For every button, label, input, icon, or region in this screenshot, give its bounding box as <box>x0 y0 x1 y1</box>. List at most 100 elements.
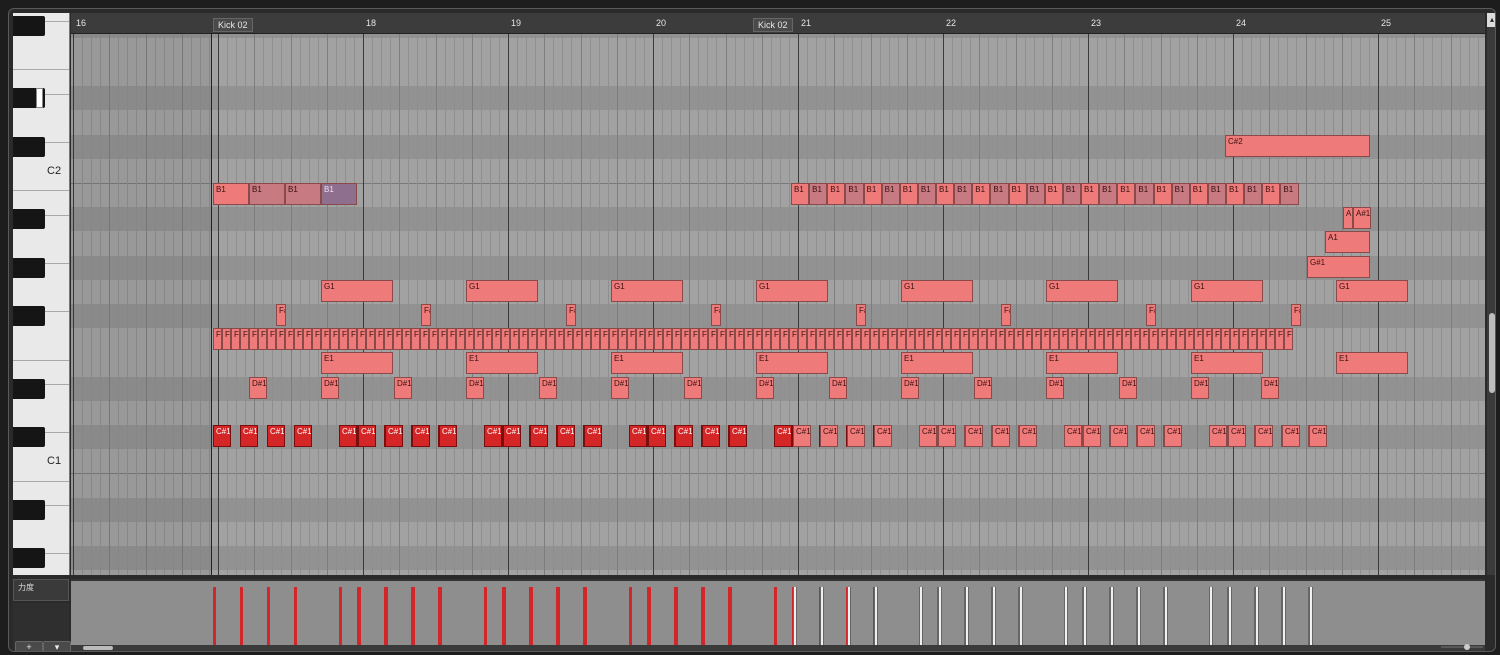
midi-note[interactable]: C#1 <box>557 425 575 447</box>
midi-note[interactable]: F <box>1176 328 1185 351</box>
midi-note[interactable]: F# <box>711 304 721 326</box>
velocity-bar[interactable] <box>1064 587 1068 645</box>
midi-note[interactable]: F1 <box>501 328 510 351</box>
midi-note[interactable]: D#1 <box>611 376 629 399</box>
midi-note[interactable]: C#1 <box>240 425 258 447</box>
midi-note[interactable]: F# <box>566 304 576 326</box>
midi-note[interactable]: B1 <box>1044 183 1063 205</box>
velocity-bar[interactable] <box>820 587 824 645</box>
midi-note[interactable]: F1 <box>573 328 582 351</box>
midi-note[interactable]: F# <box>421 304 431 326</box>
midi-note[interactable]: F <box>312 328 321 351</box>
add-lane-button[interactable]: + <box>15 641 43 651</box>
midi-note[interactable]: F <box>834 328 843 351</box>
black-key[interactable] <box>13 427 45 447</box>
midi-note[interactable]: F <box>888 328 897 351</box>
midi-note[interactable]: C#1 <box>965 425 983 447</box>
midi-note[interactable]: B1 <box>990 183 1009 205</box>
midi-note[interactable]: F <box>564 328 573 351</box>
midi-note[interactable]: B1 <box>1153 183 1172 205</box>
midi-note[interactable]: F# <box>1146 304 1156 326</box>
midi-note[interactable]: D#1 <box>974 376 992 399</box>
midi-note[interactable]: F1 <box>645 328 654 351</box>
midi-note[interactable]: F <box>852 328 861 351</box>
black-key[interactable] <box>13 257 45 278</box>
midi-note[interactable]: E1 <box>611 352 683 375</box>
midi-note[interactable]: F <box>690 328 699 351</box>
midi-note[interactable]: F1 <box>987 328 996 351</box>
velocity-bar[interactable] <box>503 587 506 645</box>
midi-note[interactable]: F# <box>1291 304 1301 326</box>
black-key[interactable] <box>13 136 45 157</box>
velocity-bar[interactable] <box>1209 587 1213 645</box>
velocity-bar[interactable] <box>1228 587 1232 645</box>
midi-note[interactable]: C#1 <box>1282 425 1300 447</box>
velocity-bar[interactable] <box>965 587 969 645</box>
midi-note[interactable]: F <box>1248 328 1257 351</box>
midi-note[interactable]: G1 <box>901 279 973 302</box>
midi-note[interactable]: F1 <box>447 328 456 351</box>
midi-note[interactable]: F1 <box>249 328 258 351</box>
midi-note[interactable]: D#1 <box>1261 376 1279 399</box>
midi-note[interactable]: F <box>582 328 591 351</box>
midi-note[interactable]: F <box>348 328 357 351</box>
midi-note[interactable]: G1 <box>756 279 828 302</box>
velocity-bar[interactable] <box>339 587 342 645</box>
midi-note[interactable]: F1 <box>771 328 780 351</box>
midi-note[interactable]: F1 <box>411 328 420 351</box>
midi-note[interactable]: B1 <box>972 183 991 205</box>
midi-note[interactable]: B1 <box>954 183 973 205</box>
velocity-bar[interactable] <box>648 587 651 645</box>
midi-note[interactable]: G1 <box>1046 279 1118 302</box>
midi-note[interactable]: C#1 <box>439 425 457 447</box>
midi-note[interactable]: C#1 <box>339 425 357 447</box>
midi-note[interactable]: F <box>996 328 1005 351</box>
velocity-lane[interactable] <box>71 579 1485 645</box>
midi-note[interactable]: F <box>1284 328 1293 351</box>
midi-note[interactable]: D#1 <box>466 376 484 399</box>
midi-note[interactable]: F <box>978 328 987 351</box>
midi-note[interactable]: F <box>636 328 645 351</box>
midi-note[interactable]: G1 <box>611 279 683 302</box>
midi-note[interactable]: F <box>1104 328 1113 351</box>
midi-note[interactable]: C#1 <box>919 425 937 447</box>
midi-note[interactable]: B1 <box>1244 183 1263 205</box>
midi-note[interactable]: F1 <box>663 328 672 351</box>
midi-note[interactable]: F <box>546 328 555 351</box>
midi-note[interactable]: D#1 <box>1191 376 1209 399</box>
velocity-bar[interactable] <box>267 587 270 645</box>
midi-note[interactable]: B1 <box>1171 183 1190 205</box>
midi-note[interactable]: F1 <box>555 328 564 351</box>
midi-note[interactable]: F <box>276 328 285 351</box>
midi-note[interactable]: E1 <box>1046 352 1118 375</box>
note-grid[interactable]: B1 B1 B1 B1 B1 B1 B1 B1 B1 B1 B1 B1 B1 B1 B1 B1 B1 B1 B1 B1… <box>71 13 1485 575</box>
timeline-ruler[interactable]: 16 18 19 20 21 22 23 24 25 Kick 02 Kick 02 <box>71 13 1485 34</box>
midi-note[interactable]: C#1 <box>675 425 693 447</box>
midi-note[interactable]: F <box>960 328 969 351</box>
midi-note[interactable]: F1 <box>231 328 240 351</box>
midi-note[interactable]: F# <box>1001 304 1011 326</box>
midi-note[interactable]: C#1 <box>213 425 231 447</box>
midi-note[interactable]: C#1 <box>1209 425 1227 447</box>
midi-note[interactable]: F <box>528 328 537 351</box>
midi-note[interactable]: E1 <box>321 352 393 375</box>
midi-note[interactable]: G1 <box>466 279 538 302</box>
midi-note[interactable]: B1 <box>213 183 249 205</box>
midi-note[interactable]: F <box>816 328 825 351</box>
midi-note[interactable]: B1 <box>1008 183 1027 205</box>
midi-note[interactable]: C#1 <box>938 425 956 447</box>
midi-note[interactable]: D#1 <box>756 376 774 399</box>
horizontal-scrollbar[interactable] <box>71 645 1485 651</box>
midi-note[interactable]: B1 <box>321 183 357 205</box>
midi-note[interactable]: F <box>906 328 915 351</box>
midi-note[interactable]: F <box>1086 328 1095 351</box>
midi-note[interactable]: B1 <box>827 183 846 205</box>
midi-note[interactable]: F <box>1140 328 1149 351</box>
midi-note[interactable]: F <box>600 328 609 351</box>
midi-note[interactable]: B1 <box>1135 183 1154 205</box>
midi-note[interactable]: F <box>942 328 951 351</box>
midi-note[interactable]: F <box>1158 328 1167 351</box>
midi-note[interactable]: F1 <box>879 328 888 351</box>
midi-note[interactable]: A1 <box>1325 231 1370 254</box>
midi-note[interactable]: F1 <box>213 328 222 351</box>
